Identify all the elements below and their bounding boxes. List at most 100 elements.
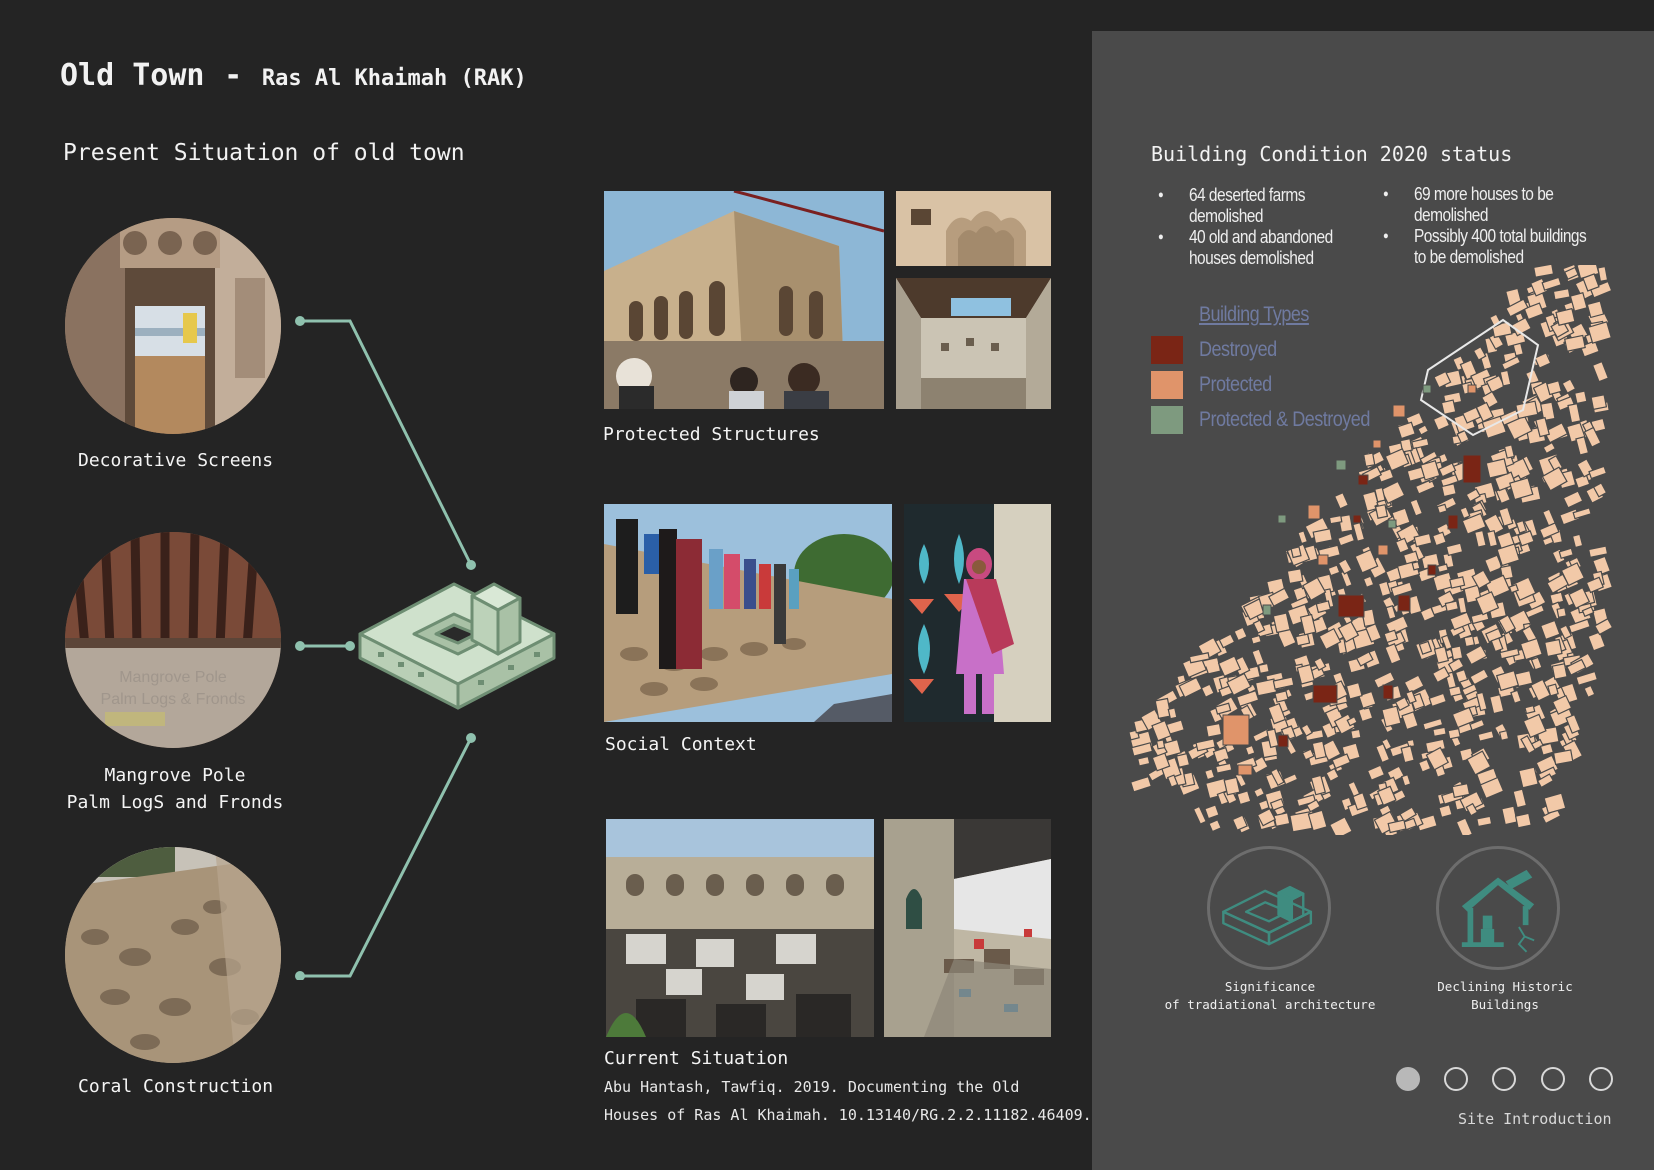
map-building — [1328, 514, 1343, 525]
map-building — [1501, 805, 1518, 826]
map-highlight-building — [1427, 564, 1437, 576]
page-dot-1[interactable] — [1396, 1067, 1420, 1091]
map-highlight-building — [1462, 454, 1482, 484]
map-highlight-building — [1357, 474, 1369, 486]
map-building — [1409, 498, 1424, 517]
map-building — [1374, 504, 1389, 519]
map-building — [1469, 668, 1490, 686]
map-highlight-building — [1307, 504, 1321, 520]
map-building — [1575, 670, 1599, 686]
map-building — [1524, 704, 1536, 715]
map-building — [1337, 558, 1353, 575]
social-context-photo-girl — [904, 504, 1051, 722]
map-building — [1447, 727, 1461, 740]
map-building — [1400, 745, 1415, 764]
declining-buildings-badge — [1436, 846, 1560, 970]
page-dot-4[interactable] — [1541, 1067, 1565, 1091]
map-building — [1154, 697, 1172, 720]
map-building — [1562, 490, 1584, 509]
title-main: Old Town — [60, 58, 205, 93]
citation-line-2: Houses of Ras Al Khaimah. 10.13140/RG.2.… — [604, 1106, 1092, 1124]
map-building — [1587, 545, 1609, 559]
map-building — [1363, 452, 1376, 468]
map-highlight-building — [1352, 514, 1362, 524]
map-building — [1272, 612, 1291, 634]
map-building — [1235, 689, 1260, 708]
map-building — [1333, 491, 1350, 510]
map-building — [1345, 681, 1363, 700]
page-title: Old Town - Ras Al Khaimah (RAK) — [60, 58, 527, 93]
map-building — [1587, 631, 1607, 652]
footer-label: Site Introduction — [1458, 1110, 1612, 1128]
map-building — [1250, 634, 1262, 645]
page-dot-3[interactable] — [1492, 1067, 1516, 1091]
map-building — [1204, 804, 1220, 820]
map-building — [1205, 722, 1223, 738]
map-highlight-building — [1312, 684, 1338, 704]
map-building — [1428, 692, 1448, 708]
map-building — [1411, 560, 1421, 571]
map-building — [1347, 780, 1361, 798]
map-building — [1459, 506, 1471, 520]
map-building — [1510, 689, 1522, 705]
map-building — [1251, 648, 1266, 667]
map-highlight-building — [1237, 764, 1253, 776]
map-highlight-building — [1377, 544, 1389, 556]
mangrove-pole-photo: Mangrove Pole Palm Logs & Fronds — [65, 532, 281, 748]
map-building — [1233, 626, 1248, 642]
map-building — [1543, 792, 1567, 814]
map-building — [1273, 812, 1291, 828]
map-building — [1438, 804, 1453, 819]
map-building — [1257, 662, 1270, 675]
map-building — [1470, 611, 1490, 625]
map-building — [1586, 300, 1605, 319]
map-building — [1456, 596, 1468, 615]
map-building — [1400, 773, 1412, 787]
map-building — [1366, 764, 1386, 781]
map-building — [1455, 817, 1474, 835]
map-building — [1328, 816, 1353, 835]
map-building — [1192, 805, 1207, 825]
map-building — [1463, 635, 1476, 648]
map-building — [1590, 394, 1608, 411]
map-building — [1573, 390, 1588, 405]
page-dot-5[interactable] — [1589, 1067, 1613, 1091]
current-situation-caption: Current Situation — [604, 1048, 789, 1069]
page-dot-2[interactable] — [1444, 1067, 1468, 1091]
map-building — [1294, 633, 1311, 647]
map-highlight-building — [1277, 734, 1289, 748]
map-building — [1223, 776, 1241, 796]
map-building — [1274, 690, 1289, 703]
map-highlight-building — [1277, 514, 1287, 524]
map-building — [1432, 726, 1447, 737]
map-building — [1129, 775, 1153, 793]
map-building — [1440, 399, 1457, 416]
map-building — [1591, 360, 1610, 383]
map-building — [1218, 633, 1236, 649]
status-item: 40 old and abandoned houses demolished — [1158, 227, 1334, 269]
map-building — [1533, 265, 1555, 278]
map-building — [1555, 307, 1576, 326]
svg-text:Mangrove Pole: Mangrove Pole — [119, 669, 227, 686]
protected-structures-caption: Protected Structures — [603, 424, 820, 445]
status-item: Possibly 400 total buildings to be demol… — [1383, 226, 1589, 268]
status-list-right: 69 more houses to be demolished Possibly… — [1383, 184, 1589, 268]
title-sub: Ras Al Khaimah (RAK) — [261, 66, 527, 91]
protected-structure-photo-main — [604, 191, 884, 409]
collapsing-house-icon — [1461, 869, 1535, 953]
map-highlight-building — [1317, 554, 1329, 566]
status-list-left: 64 deserted farms demolished 40 old and … — [1158, 185, 1334, 269]
courtyard-house-icon — [358, 582, 556, 710]
map-building — [1454, 668, 1469, 684]
map-building — [1362, 575, 1375, 589]
decorative-screens-photo — [65, 218, 281, 434]
map-highlight-building — [1387, 519, 1397, 529]
mangrove-pole-caption: Mangrove Pole Palm LogS and Fronds — [66, 765, 284, 813]
map-building — [1236, 790, 1252, 806]
section-title: Present Situation of old town — [63, 140, 465, 166]
map-building — [1539, 619, 1561, 641]
map-building — [1417, 424, 1430, 436]
title-separator: - — [224, 58, 243, 93]
map-building — [1447, 685, 1463, 698]
map-building — [1574, 473, 1591, 490]
